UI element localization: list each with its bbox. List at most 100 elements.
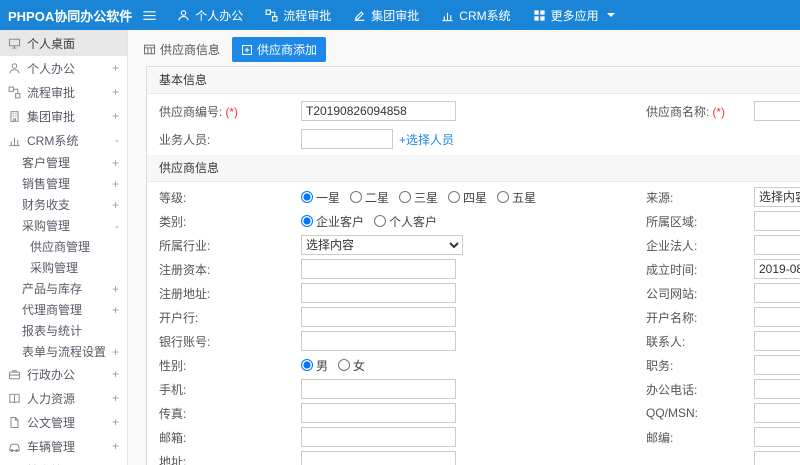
nav-group-approval[interactable]: 集团审批: [342, 0, 430, 30]
sidebar-item-crm-system[interactable]: CRM系统 -: [0, 128, 127, 152]
sidebar-item-vehicle-mgmt[interactable]: 车辆管理 +: [0, 434, 127, 458]
form-row: 地址:: [147, 449, 800, 465]
category-option[interactable]: 个人客户: [374, 213, 437, 230]
table-icon: [143, 44, 156, 55]
sidebar-item-product-inventory[interactable]: 产品与库存 +: [0, 278, 127, 299]
tab-supplier-add[interactable]: 供应商添加: [232, 37, 327, 62]
account-name-label: 开户名称:: [646, 310, 698, 325]
sidebar-item-personal-desktop[interactable]: 个人桌面: [0, 30, 127, 56]
nav-more-apps[interactable]: 更多应用: [522, 0, 626, 30]
office-phone-input[interactable]: [754, 379, 800, 399]
sidebar-item-document-mgmt[interactable]: 公文管理 +: [0, 410, 127, 434]
sidebar-item-agent-mgmt[interactable]: 代理商管理 +: [0, 299, 127, 320]
form-row: 类别: 企业客户 个人客户 所属区域:: [147, 209, 800, 233]
supplier-add-form: 基本信息 供应商编号:(*) 供应商名称:(*) 业务人员: +选择人员 供应商…: [146, 66, 800, 465]
category-radio-group: 企业客户 个人客户: [301, 213, 646, 230]
sidebar-item-process-approval[interactable]: 流程审批 +: [0, 80, 127, 104]
sidebar-item-form-flow-settings[interactable]: 表单与流程设置 +: [0, 341, 127, 362]
sidebar-item-personal-office[interactable]: 个人办公 +: [0, 56, 127, 80]
section-title-supplier: 供应商信息: [147, 155, 800, 182]
sidebar-item-archive-mgmt[interactable]: 档案管理 +: [0, 458, 127, 465]
sidebar-item-supplier-mgmt[interactable]: 供应商管理: [0, 236, 127, 257]
website-input[interactable]: [754, 283, 800, 303]
category-option[interactable]: 企业客户: [301, 213, 364, 230]
desktop-icon: [8, 38, 21, 49]
gender-radio[interactable]: [301, 359, 313, 371]
tab-supplier-info[interactable]: 供应商信息: [137, 38, 226, 61]
grade-radio-group: 一星 二星 三星 四星 五星: [301, 189, 646, 206]
contact-input[interactable]: [754, 331, 800, 351]
briefcase-icon: [8, 369, 21, 379]
industry-select[interactable]: 选择内容: [301, 235, 463, 255]
flow-icon: [265, 9, 278, 21]
mobile-input[interactable]: [301, 379, 456, 399]
sidebar-item-reports[interactable]: 报表与统计: [0, 320, 127, 341]
grade-option[interactable]: 二星: [350, 189, 389, 206]
region-input[interactable]: [754, 211, 800, 231]
grade-radio[interactable]: [448, 191, 461, 203]
required-mark: (*): [712, 104, 726, 119]
gender-option[interactable]: 女: [338, 357, 365, 374]
sidebar-item-group-approval[interactable]: 集团审批 +: [0, 104, 127, 128]
position-label: 职务:: [646, 358, 674, 373]
sidebar: 个人桌面 个人办公 + 流程审批 + 集团审批 + CRM系统 - 客户管理 +…: [0, 30, 128, 465]
tab-bar: 供应商信息 供应商添加: [129, 30, 800, 62]
grade-radio[interactable]: [301, 191, 313, 203]
sidebar-item-sales-mgmt[interactable]: 销售管理 +: [0, 173, 127, 194]
grid-icon: [534, 9, 545, 21]
grade-radio[interactable]: [399, 191, 412, 203]
gender-option[interactable]: 男: [301, 357, 328, 374]
nav-process-approval[interactable]: 流程审批: [254, 0, 342, 30]
menu-toggle-button[interactable]: [132, 0, 166, 30]
staff-input[interactable]: [301, 129, 393, 149]
legal-person-input[interactable]: [754, 235, 800, 255]
grade-option[interactable]: 四星: [448, 189, 487, 206]
grade-option[interactable]: 一星: [301, 189, 340, 206]
bank-account-input[interactable]: [301, 331, 456, 351]
nav-label: CRM系统: [459, 8, 511, 23]
position-input[interactable]: [754, 355, 800, 375]
gender-radio[interactable]: [338, 359, 351, 371]
source-select[interactable]: 选择内容: [754, 187, 800, 207]
registered-capital-label: 注册资本:: [159, 262, 211, 277]
choose-staff-link[interactable]: +选择人员: [399, 131, 454, 148]
car-icon: [9, 443, 20, 452]
gender-label: 性别:: [159, 358, 187, 373]
nav-crm-system[interactable]: CRM系统: [430, 0, 521, 30]
email-input[interactable]: [301, 427, 456, 447]
grade-option[interactable]: 三星: [399, 189, 438, 206]
grade-option[interactable]: 五星: [497, 189, 536, 206]
registered-address-label: 注册地址:: [159, 286, 211, 301]
grade-radio[interactable]: [350, 191, 363, 203]
form-row: 注册资本: 成立时间:: [147, 257, 800, 281]
supplier-name-input[interactable]: [754, 101, 800, 121]
account-name-input[interactable]: [754, 307, 800, 327]
gender-radio-group: 男 女: [301, 357, 646, 374]
category-radio[interactable]: [374, 215, 387, 227]
grade-radio[interactable]: [497, 191, 510, 203]
sidebar-item-customer-mgmt[interactable]: 客户管理 +: [0, 152, 127, 173]
sidebar-item-procurement[interactable]: 采购管理: [0, 257, 127, 278]
sidebar-item-admin-office[interactable]: 行政办公 +: [0, 362, 127, 386]
address-input[interactable]: [301, 451, 456, 465]
menu-icon: [143, 10, 156, 20]
qq-msn-input[interactable]: [754, 403, 800, 423]
registered-capital-input[interactable]: [301, 259, 456, 279]
nav-personal-office[interactable]: 个人办公: [166, 0, 254, 30]
form-row: 性别: 男 女 职务:: [147, 353, 800, 377]
bank-name-input[interactable]: [301, 307, 456, 327]
supplier-no-input[interactable]: [301, 101, 456, 121]
sidebar-item-purchase-mgmt[interactable]: 采购管理 -: [0, 215, 127, 236]
form-row: 所属行业: 选择内容 企业法人:: [147, 233, 800, 257]
sidebar-item-finance[interactable]: 财务收支 +: [0, 194, 127, 215]
sidebar-item-hr[interactable]: 人力资源 +: [0, 386, 127, 410]
form-row: 传真: QQ/MSN:: [147, 401, 800, 425]
form-row: 供应商编号:(*) 供应商名称:(*): [147, 97, 800, 125]
zip-input[interactable]: [754, 427, 800, 447]
fax-input[interactable]: [301, 403, 456, 423]
extra-input[interactable]: [754, 451, 800, 465]
category-radio[interactable]: [301, 215, 313, 227]
registered-address-input[interactable]: [301, 283, 456, 303]
founding-date-input[interactable]: [754, 259, 800, 279]
nav-label: 个人办公: [195, 8, 244, 23]
